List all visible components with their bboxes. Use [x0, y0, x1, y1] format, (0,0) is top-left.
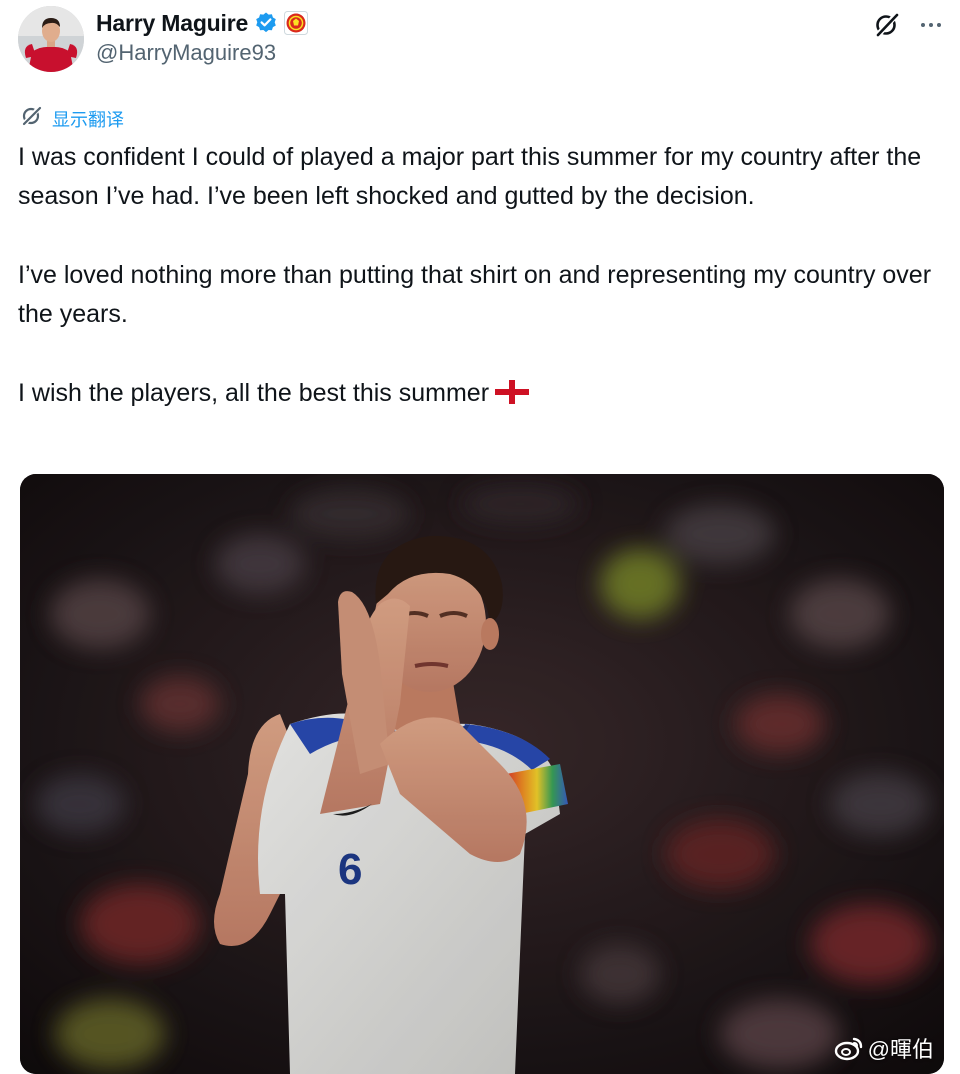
- tweet-paragraph-3-text: I wish the players, all the best this su…: [18, 378, 490, 407]
- tweet-text: I was confident I could of played a majo…: [18, 138, 938, 413]
- grok-translate-icon: [20, 104, 44, 133]
- show-translation-label: 显示翻译: [52, 109, 124, 130]
- tweet-paragraph-2: I’ve loved nothing more than putting tha…: [18, 260, 932, 329]
- weibo-watermark: @暉伯: [834, 1032, 934, 1064]
- more-options-icon[interactable]: [914, 8, 948, 42]
- tweet-paragraph-1: I was confident I could of played a majo…: [18, 143, 922, 211]
- author-handle[interactable]: @HarryMaguire93: [96, 40, 276, 66]
- author-display-name[interactable]: Harry Maguire: [96, 10, 248, 37]
- author-avatar[interactable]: [18, 6, 84, 72]
- weibo-icon: [834, 1035, 864, 1061]
- show-translation-button[interactable]: 显示翻译: [20, 104, 124, 133]
- watermark-text: @暉伯: [867, 1037, 934, 1062]
- tweet-card: Harry Maguire @HarryMaguire93 显示翻译 I was…: [0, 0, 960, 1074]
- tweet-media-photo[interactable]: 6 @暉伯: [20, 474, 944, 1074]
- grok-icon[interactable]: [870, 8, 904, 42]
- tweet-paragraph-3: I wish the players, all the best this su…: [18, 374, 938, 413]
- england-flag-icon: [495, 377, 530, 404]
- manchester-united-crest-icon[interactable]: [284, 11, 309, 35]
- verified-badge-icon: [254, 11, 278, 35]
- author-name-row: Harry Maguire: [96, 8, 309, 38]
